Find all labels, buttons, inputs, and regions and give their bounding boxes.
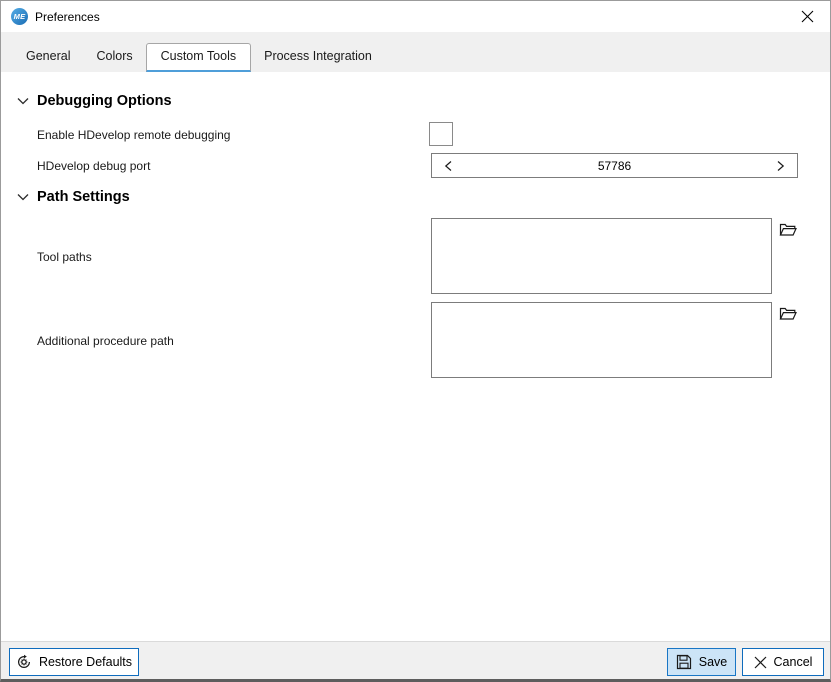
section-path-settings[interactable]: Path Settings — [15, 189, 130, 205]
section-title: Debugging Options — [37, 93, 172, 109]
tab-process-integration[interactable]: Process Integration — [251, 43, 385, 72]
folder-open-icon — [779, 306, 797, 322]
cancel-button[interactable]: Cancel — [742, 648, 824, 676]
chevron-right-icon — [773, 159, 787, 173]
debug-port-spinner[interactable]: 57786 — [431, 153, 798, 178]
spin-decrement-button[interactable] — [432, 154, 466, 177]
section-debugging-options[interactable]: Debugging Options — [15, 93, 172, 109]
close-button[interactable] — [784, 1, 830, 32]
section-title: Path Settings — [37, 189, 130, 205]
additional-procedure-path-input[interactable] — [431, 302, 772, 378]
preferences-dialog: ME Preferences General Colors Custom Too… — [0, 0, 831, 682]
close-icon — [801, 10, 814, 23]
tool-paths-browse-button[interactable] — [778, 221, 798, 239]
restore-defaults-button[interactable]: Restore Defaults — [9, 648, 139, 676]
restore-defaults-icon — [16, 654, 32, 670]
tool-paths-label: Tool paths — [37, 250, 92, 264]
chevron-left-icon — [442, 159, 456, 173]
additional-procedure-path-label: Additional procedure path — [37, 334, 174, 348]
debug-port-label: HDevelop debug port — [37, 159, 150, 173]
tab-custom-tools[interactable]: Custom Tools — [146, 43, 252, 72]
folder-open-icon — [779, 222, 797, 238]
tab-panel-custom-tools: Debugging Options Enable HDevelop remote… — [1, 72, 830, 641]
dialog-footer: Restore Defaults Save Cancel — [1, 641, 830, 680]
save-button[interactable]: Save — [667, 648, 736, 676]
save-icon — [676, 654, 692, 670]
spin-increment-button[interactable] — [763, 154, 797, 177]
additional-procedure-path-browse-button[interactable] — [778, 305, 798, 323]
tab-colors[interactable]: Colors — [83, 43, 145, 72]
remote-debugging-checkbox[interactable] — [429, 122, 453, 146]
remote-debugging-label: Enable HDevelop remote debugging — [37, 128, 230, 142]
app-logo-icon: ME — [11, 8, 28, 25]
window-title: Preferences — [35, 10, 100, 24]
chevron-down-icon — [15, 93, 31, 109]
title-bar: ME Preferences — [1, 1, 830, 32]
save-label: Save — [699, 655, 728, 669]
cancel-x-icon — [754, 656, 767, 669]
tab-bar: General Colors Custom Tools Process Inte… — [1, 32, 830, 72]
tool-paths-input[interactable] — [431, 218, 772, 294]
cancel-label: Cancel — [774, 655, 813, 669]
restore-defaults-label: Restore Defaults — [39, 655, 132, 669]
chevron-down-icon — [15, 189, 31, 205]
tab-general[interactable]: General — [13, 43, 83, 72]
debug-port-value[interactable]: 57786 — [466, 159, 763, 173]
